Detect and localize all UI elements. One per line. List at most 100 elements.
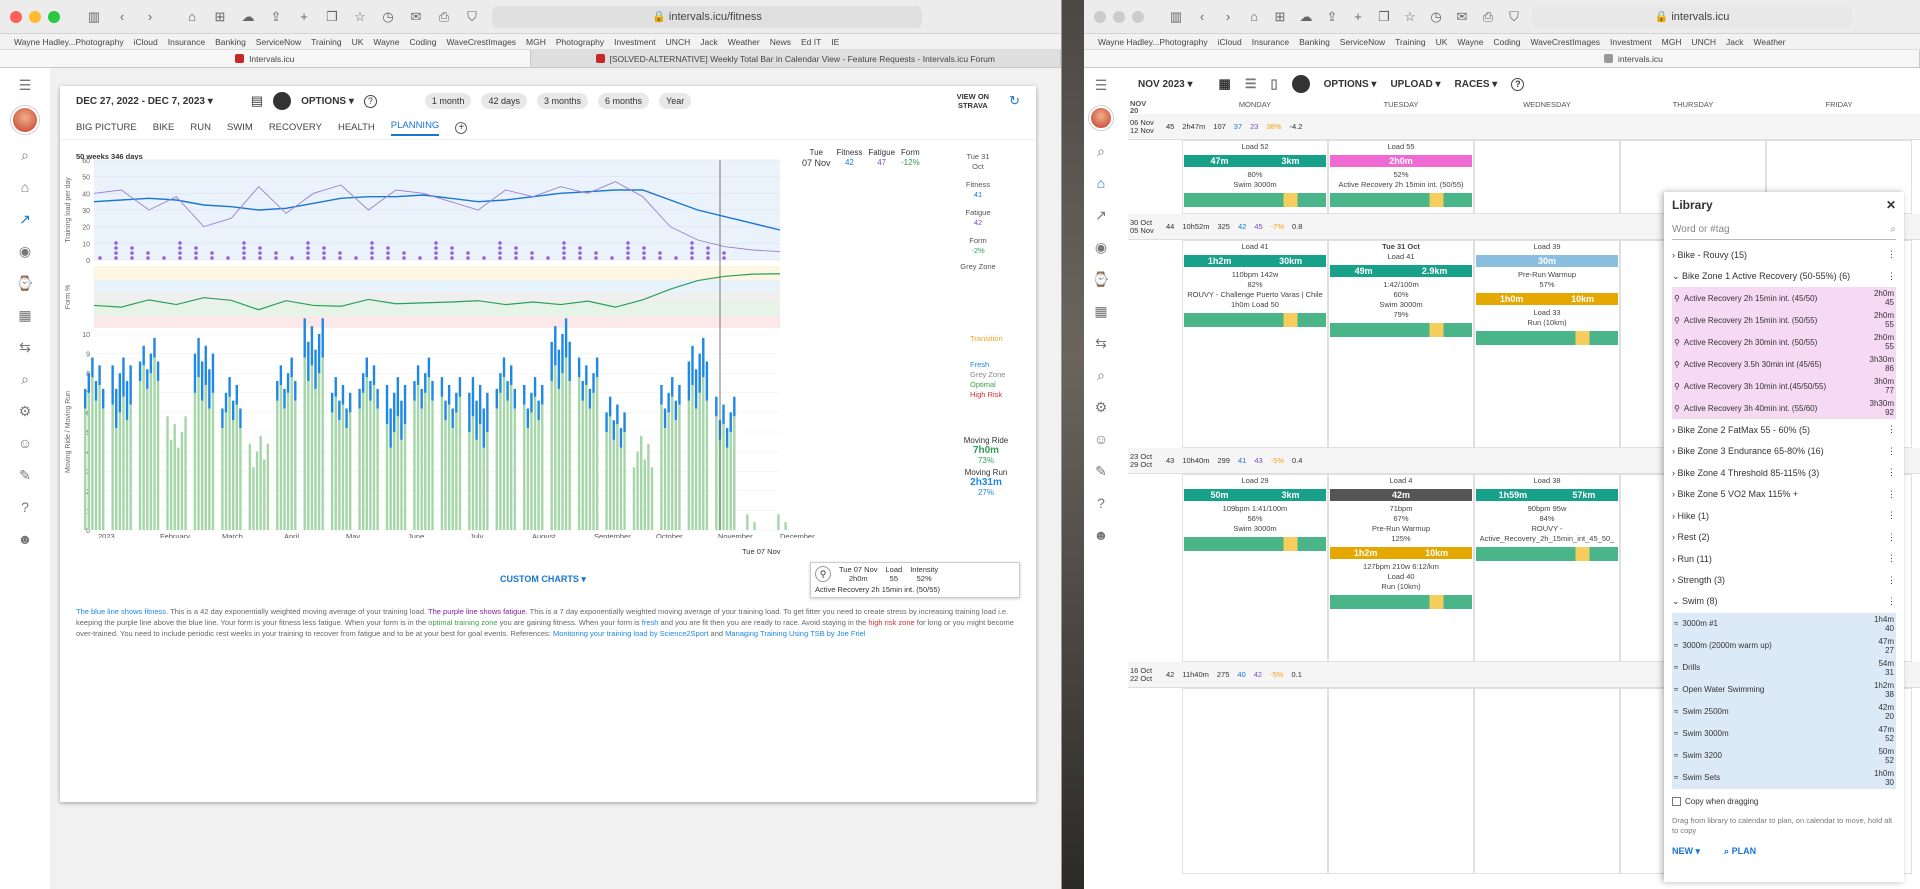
fitness-nav-icon[interactable]: ↗	[1090, 204, 1112, 226]
bookmark-item[interactable]: ServiceNow	[1340, 37, 1385, 47]
workout-card[interactable]: Load 41 1h2m 30km 110bpm 142w 82% ROUVY - Cha…	[1184, 242, 1326, 327]
grid-icon[interactable]: ⊞	[1272, 9, 1288, 25]
back-icon[interactable]: ‹	[1194, 9, 1210, 24]
workout-card[interactable]: Load 4 42m 71bpm 67% Pre-Run Warmup 125% 1h2m 1…	[1330, 476, 1472, 609]
subtab-swim[interactable]: SWIM	[227, 122, 253, 133]
close-icon[interactable]: ✕	[1886, 198, 1896, 212]
options-menu[interactable]: OPTIONS ▾	[301, 96, 354, 107]
athlete-avatar[interactable]	[273, 92, 292, 110]
find-nav-icon[interactable]: ⌕	[14, 368, 36, 390]
bookmark-item[interactable]: WaveCrestImages	[446, 37, 516, 47]
shield-icon[interactable]: ⛉	[464, 9, 480, 25]
star-icon[interactable]: ☆	[352, 9, 368, 25]
new-button[interactable]: NEW ▾	[1672, 846, 1700, 857]
grid-icon[interactable]: ⊞	[212, 9, 228, 25]
tab-intervals[interactable]: intervals.icu	[1084, 50, 1920, 67]
workout-card[interactable]: Load 38 1h59m 57km 90bpm 95w 84% ROUVY - Acti…	[1476, 476, 1618, 561]
home-icon[interactable]: ⌂	[1246, 9, 1262, 24]
sidebar-toggle-icon[interactable]: ▥	[1168, 9, 1184, 25]
library-group[interactable]: › Bike - Rouvy (15) ⋮	[1672, 244, 1896, 266]
athlete-avatar[interactable]	[1291, 75, 1310, 93]
bookmark-item[interactable]: Training	[311, 37, 341, 47]
calendar-icon[interactable]: ▤	[251, 93, 263, 109]
bookmark-item[interactable]: News	[770, 37, 791, 47]
bookmark-item[interactable]: Wayne	[1457, 37, 1483, 47]
print-icon[interactable]: ⎙	[1480, 9, 1496, 25]
period-year[interactable]: Year	[659, 93, 692, 109]
bookmark-item[interactable]: Jack	[1726, 37, 1743, 47]
library-workout[interactable]: ⚲ Active Recovery 2h 30min int. (50/55) 2h…	[1672, 331, 1896, 353]
zoom-window-button[interactable]	[48, 10, 60, 23]
workout-card[interactable]: Tue 31 Oct Load 41 49m 2.9km 1:42/100m 60% Swi…	[1330, 242, 1472, 337]
library-workout[interactable]: ≈ Open Water Swimming 1h2m 38	[1672, 678, 1896, 701]
people-nav-icon[interactable]: ☺	[1090, 428, 1112, 450]
bookmark-item[interactable]: Coding	[1494, 37, 1521, 47]
new-tab-icon[interactable]: +	[296, 9, 312, 24]
subtab-planning[interactable]: PLANNING	[390, 120, 440, 136]
view-on-strava-link[interactable]: VIEW ON STRAVA	[957, 92, 990, 110]
library-group[interactable]: › Bike Zone 5 VO2 Max 115% + ⋮	[1672, 484, 1896, 506]
chat-nav-icon[interactable]: ✎	[1090, 460, 1112, 482]
day-cell[interactable]	[1474, 688, 1620, 874]
bookmark-item[interactable]: Insurance	[1252, 37, 1289, 47]
bookmark-item[interactable]: MGH	[526, 37, 546, 47]
add-tab-icon[interactable]: +	[455, 121, 468, 134]
custom-charts-button[interactable]: CUSTOM CHARTS ▾	[500, 574, 586, 585]
menu-icon[interactable]: ☰	[14, 74, 36, 96]
library-group[interactable]: ⌄ Swim (8) ⋮	[1672, 591, 1896, 613]
print-icon[interactable]: ⎙	[436, 9, 452, 25]
day-cell[interactable]	[1474, 140, 1620, 214]
subtab-health[interactable]: HEALTH	[338, 122, 375, 133]
library-workout[interactable]: ⚲ Active Recovery 3.5h 30min int (45/65) 3…	[1672, 353, 1896, 375]
library-workout[interactable]: ≈ Swim 3000m 47m 52	[1672, 722, 1896, 745]
workout-card[interactable]: Load 39 30m Pre-Run Warmup 57% 1h0m 10km Load …	[1476, 242, 1618, 345]
upload-menu[interactable]: UPLOAD ▾	[1390, 79, 1440, 90]
history-icon[interactable]: ◷	[1428, 9, 1444, 25]
tab-forum[interactable]: [SOLVED-ALTERNATIVE] Weekly Total Bar in…	[531, 50, 1061, 67]
period-42days[interactable]: 42 days	[481, 93, 527, 109]
watch-nav-icon[interactable]: ⌚	[1090, 268, 1112, 290]
shield-icon[interactable]: ⛉	[1506, 9, 1522, 25]
refresh-icon[interactable]: ↻	[1009, 93, 1020, 109]
sidebar-toggle-icon[interactable]: ▥	[86, 9, 102, 25]
subtab-bike[interactable]: BIKE	[153, 122, 175, 133]
bookmark-item[interactable]: Banking	[215, 37, 246, 47]
share-icon[interactable]: ⇪	[268, 9, 284, 25]
bookmark-item[interactable]: Weather	[1754, 37, 1786, 47]
library-workout[interactable]: ≈ Swim Sets 1h0m 30	[1672, 766, 1896, 789]
calendar-nav-icon[interactable]: ▦	[1090, 300, 1112, 322]
cloud-icon[interactable]: ☁	[240, 9, 256, 25]
subtab-big-picture[interactable]: BIG PICTURE	[76, 122, 137, 133]
library-workout[interactable]: ≈3000m #1 1h4m 40	[1672, 612, 1896, 635]
plan-button[interactable]: ⌕ PLAN	[1724, 846, 1756, 857]
people-nav-icon[interactable]: ☺	[14, 432, 36, 454]
power-nav-icon[interactable]: ◉	[1090, 236, 1112, 258]
cloud-icon[interactable]: ☁	[1298, 9, 1314, 25]
search-icon[interactable]: ⌕	[1090, 140, 1112, 162]
fitness-nav-icon[interactable]: ↗	[14, 208, 36, 230]
library-workout[interactable]: ≈ Swim 3200 50m 52	[1672, 744, 1896, 767]
workout-card[interactable]: Load 29 50m 3km 109bpm 1:41/100m 56% Swim 300…	[1184, 476, 1326, 551]
library-workout[interactable]: ⚲ Active Recovery 2h 15min int. (50/55) 2h…	[1672, 309, 1896, 331]
workout-card[interactable]: Load 52 47m 3km 80% Swim 3000m	[1184, 142, 1326, 207]
bookmark-item[interactable]: Wayne	[373, 37, 399, 47]
history-icon[interactable]: ◷	[380, 9, 396, 25]
options-menu[interactable]: OPTIONS ▾	[1324, 79, 1377, 90]
joe-friel-link[interactable]: Managing Training Using TSB by Joe Friel	[725, 629, 865, 638]
races-menu[interactable]: RACES ▾	[1455, 79, 1498, 90]
compare-nav-icon[interactable]: ⇆	[1090, 332, 1112, 354]
bookmark-item[interactable]: IE	[831, 37, 839, 47]
tabs-icon[interactable]: ❐	[1376, 9, 1392, 25]
day-cell[interactable]	[1182, 688, 1328, 874]
list-view-icon[interactable]: ☰	[1245, 76, 1257, 92]
address-bar[interactable]: 🔒 intervals.icu/fitness	[492, 5, 922, 28]
bookmark-item[interactable]: UK	[352, 37, 364, 47]
fitness-chart[interactable]: 0 10 20 30 40 50 60 Training load per day Form %…	[60, 148, 1036, 538]
smiley-nav-icon[interactable]: ☻	[14, 528, 36, 550]
bookmark-item[interactable]: WaveCrestImages	[1530, 37, 1600, 47]
bookmark-item[interactable]: Wayne Hadley...Photography	[1098, 37, 1208, 47]
library-group[interactable]: › Hike (1) ⋮	[1672, 505, 1896, 527]
library-group[interactable]: › Bike Zone 3 Endurance 65-80% (16) ⋮	[1672, 441, 1896, 463]
workout-card[interactable]: Load 55 2h0m 52% Active Recovery 2h 15min i…	[1330, 142, 1472, 207]
subtab-recovery[interactable]: RECOVERY	[269, 122, 322, 133]
